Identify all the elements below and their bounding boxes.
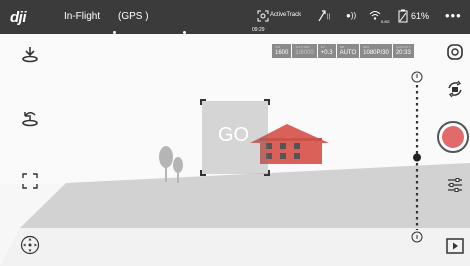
mode-selector-button[interactable] (18, 233, 42, 257)
go-button[interactable]: GO (218, 124, 249, 147)
param-value: 1080P/30 (363, 50, 389, 56)
camera-param-5[interactable]: CAPACITY 20:33 (392, 44, 414, 58)
tracking-corner (264, 170, 270, 176)
playback-button[interactable] (445, 236, 465, 256)
wifi-band: 5.8G (381, 19, 390, 24)
camera-param-3[interactable]: WB AUTO (336, 44, 360, 58)
camera-param-4[interactable]: RES 1080P/30 (360, 44, 392, 58)
rotate-camera-icon (448, 80, 462, 98)
battery-level: 61% (411, 11, 430, 21)
rc-signal: || (327, 14, 331, 20)
activetrack-label[interactable]: ActiveTrack (270, 12, 301, 18)
camera-param-0[interactable]: ISO 1600 (272, 44, 292, 58)
video-signal-icon: ●)) (346, 11, 357, 20)
param-value: 1/8000 (295, 50, 314, 56)
flight-time: 09:29 (252, 27, 265, 33)
remote-controller-icon (318, 10, 326, 22)
battery-icon[interactable] (398, 9, 410, 23)
exposure-slider[interactable] (409, 70, 425, 246)
camera-param-2[interactable]: EV +0.3 (317, 44, 336, 58)
tracking-corner (200, 99, 206, 105)
gps-status: (GPS ) (118, 11, 149, 22)
takeoff-icon (22, 47, 38, 63)
param-value: 1600 (275, 50, 289, 56)
status-indicator-dot (113, 31, 116, 34)
tracking-corner (264, 99, 270, 105)
compass-dial-icon (20, 235, 40, 255)
activetrack-icon[interactable] (257, 10, 269, 22)
more-icon[interactable]: ••• (445, 8, 462, 23)
camera-parameters-bar[interactable]: ISO 1600 SHUTTER 1/8000 EV +0.3 WB AUTO RES 1080P… (272, 44, 414, 58)
focus-mode-button[interactable] (18, 169, 42, 193)
param-value: +0.3 (320, 50, 333, 56)
param-value: AUTO (339, 50, 357, 56)
slider-handle[interactable] (413, 153, 421, 162)
shutter-record-indicator (442, 126, 464, 148)
photo-video-toggle[interactable] (445, 79, 465, 99)
dji-logo[interactable]: dji (10, 9, 27, 26)
camera-settings-button[interactable] (445, 175, 465, 195)
tree (159, 146, 173, 168)
playback-icon (446, 238, 464, 254)
return-home-button[interactable] (18, 106, 42, 130)
param-value: 20:33 (395, 50, 411, 56)
tree (173, 157, 183, 173)
flight-status[interactable]: In-Flight (64, 11, 100, 22)
status-indicator-dot (183, 31, 186, 34)
camera-param-1[interactable]: SHUTTER 1/8000 (292, 44, 317, 58)
sliders-icon (448, 178, 462, 192)
tracking-corner (200, 170, 206, 176)
camera-switch-button[interactable] (445, 42, 465, 62)
shutter-button[interactable] (437, 121, 469, 153)
wifi-icon (369, 11, 381, 20)
return-home-icon (22, 112, 38, 127)
camera-switch-icon (447, 44, 463, 60)
takeoff-button[interactable] (18, 42, 42, 66)
top-status-bar: dji In-Flight (GPS ) ActiveTrack 09:29 |… (0, 0, 470, 34)
focus-frame-icon (22, 173, 38, 189)
